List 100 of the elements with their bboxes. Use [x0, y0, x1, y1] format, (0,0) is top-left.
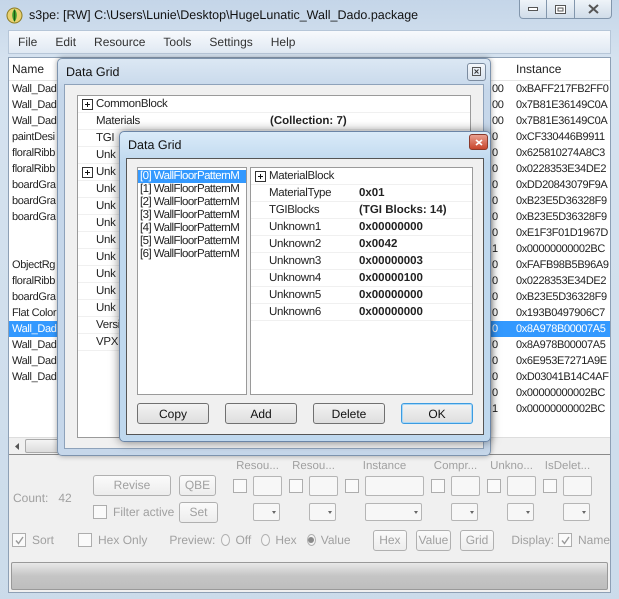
- property-value: (Collection: 7): [270, 115, 347, 127]
- property-value: 0x01: [359, 187, 385, 199]
- property-name: Unknown2: [269, 238, 321, 250]
- dialog-title: Data Grid: [66, 64, 120, 78]
- table-cell: 0: [492, 275, 498, 287]
- table-cell: 0x625810274A8C3: [516, 147, 605, 159]
- check-icon: [560, 536, 570, 545]
- table-cell: 0: [492, 195, 498, 207]
- table-cell: boardGra: [12, 211, 56, 223]
- close-button[interactable]: [467, 62, 486, 80]
- property-name: Unk: [96, 183, 116, 195]
- caret-icon: [414, 510, 418, 514]
- table-cell: paintDesi: [12, 131, 55, 143]
- table-cell: 0: [492, 291, 498, 303]
- property-value: (TGI Blocks: 14): [359, 204, 447, 216]
- count-value: 42: [58, 491, 72, 506]
- property-name: MaterialType: [269, 187, 332, 199]
- table-cell: boardGra: [12, 179, 56, 191]
- table-cell: 0: [492, 323, 498, 335]
- list-item[interactable]: [1] WallFloorPatternM: [138, 183, 246, 196]
- dialog-button[interactable]: OK: [401, 403, 473, 424]
- table-cell: Flat Color: [12, 307, 56, 319]
- table-cell: 0xDD20843079F9A: [516, 179, 608, 191]
- table-cell: 1: [492, 403, 498, 415]
- property-name: Unknown4: [269, 272, 321, 284]
- dialog-button[interactable]: Delete: [313, 403, 385, 424]
- table-cell: 00: [492, 83, 504, 95]
- property-name: Unknown1: [269, 221, 321, 233]
- table-cell: 0: [492, 371, 498, 383]
- menu-item[interactable]: Tools: [154, 35, 200, 49]
- menu-item[interactable]: File: [9, 35, 46, 49]
- table-cell: 0: [492, 307, 498, 319]
- table-cell: 0xBAFF217FB2FF0: [516, 83, 609, 95]
- table-cell: 0: [492, 163, 498, 175]
- table-cell: 0x8A978B00007A5: [516, 323, 606, 335]
- table-cell: 0: [492, 259, 498, 271]
- property-name: Unknown5: [269, 289, 321, 301]
- list-item[interactable]: [2] WallFloorPatternM: [138, 196, 246, 209]
- property-name: Unk: [96, 149, 116, 161]
- radio-label: Hex: [275, 533, 297, 548]
- table-cell: 0x00000000002BC: [516, 243, 605, 255]
- property-value: 0x00000000: [359, 306, 423, 318]
- check-icon: [14, 536, 24, 545]
- close-button[interactable]: [469, 134, 488, 150]
- close-button[interactable]: [575, 0, 612, 19]
- dialog-button[interactable]: Add: [225, 403, 297, 424]
- table-cell: 0xB23E5D36328F9: [516, 195, 607, 207]
- minimize-button[interactable]: [519, 0, 547, 19]
- list-item[interactable]: [5] WallFloorPatternM: [138, 235, 246, 248]
- list-item[interactable]: [6] WallFloorPatternM: [138, 248, 246, 261]
- property-name: Materials: [96, 115, 140, 127]
- table-cell: 0x8A978B00007A5: [516, 339, 606, 351]
- list-item[interactable]: [3] WallFloorPatternM: [138, 209, 246, 222]
- table-cell: 0: [492, 227, 498, 239]
- property-name: Unk: [96, 166, 116, 178]
- table-cell: 0x193B0497906C7: [516, 307, 605, 319]
- table-cell: 0x7B81E36149C0A: [516, 115, 608, 127]
- property-name: VPX: [96, 336, 118, 348]
- preview-label: Preview:: [169, 533, 216, 548]
- property-value: 0x0042: [359, 238, 398, 250]
- table-cell: floralRibb: [12, 163, 55, 175]
- property-name: Unk: [96, 200, 116, 212]
- table-cell: Wall_Dad: [12, 83, 56, 95]
- property-name: Unknown3: [269, 255, 321, 267]
- property-value: 0x00000000: [359, 289, 423, 301]
- property-name: Unk: [96, 217, 116, 229]
- table-cell: Wall_Dad: [12, 115, 56, 127]
- menu-item[interactable]: Edit: [46, 35, 86, 49]
- table-cell: floralRibb: [12, 275, 55, 287]
- property-name: Unknown6: [269, 306, 321, 318]
- table-cell: 0: [492, 387, 498, 399]
- property-name: Unk: [96, 251, 116, 263]
- table-cell: 0x00000000002BC: [516, 387, 605, 399]
- table-cell: 0: [492, 131, 498, 143]
- filter-label: Unkno...: [489, 460, 534, 472]
- property-name: MaterialBlock: [269, 170, 334, 182]
- table-cell: 0xB23E5D36328F9: [516, 211, 607, 223]
- checkbox-label: Hex Only: [98, 533, 148, 548]
- menu-item[interactable]: Help: [262, 35, 304, 49]
- column-header[interactable]: Name: [12, 62, 44, 76]
- left-arrow-icon: [15, 442, 19, 450]
- filter-label: Compr...: [432, 460, 478, 472]
- count-label: Count:: [13, 491, 48, 506]
- table-cell: 0xFAFB98B5B96A9: [516, 259, 609, 271]
- close-icon: [588, 4, 598, 14]
- caret-icon: [272, 510, 276, 514]
- menu-item[interactable]: Resource: [85, 35, 154, 49]
- table-cell: 0x0228353E34DE2: [516, 275, 606, 287]
- radio-label: Value: [320, 533, 351, 548]
- menu-item[interactable]: Settings: [200, 35, 262, 49]
- checkbox-label: Sort: [32, 533, 54, 548]
- close-icon: [474, 138, 482, 146]
- column-header[interactable]: Instance: [516, 62, 562, 76]
- checkbox-label: Filter active: [113, 505, 174, 520]
- maximize-button[interactable]: [547, 0, 575, 19]
- table-cell: 0x6E953E7271A9E: [516, 355, 607, 367]
- property-name: Unk: [96, 234, 116, 246]
- table-cell: 00: [492, 99, 504, 111]
- list-item[interactable]: [4] WallFloorPatternM: [138, 222, 246, 235]
- dialog-button[interactable]: Copy: [137, 403, 209, 424]
